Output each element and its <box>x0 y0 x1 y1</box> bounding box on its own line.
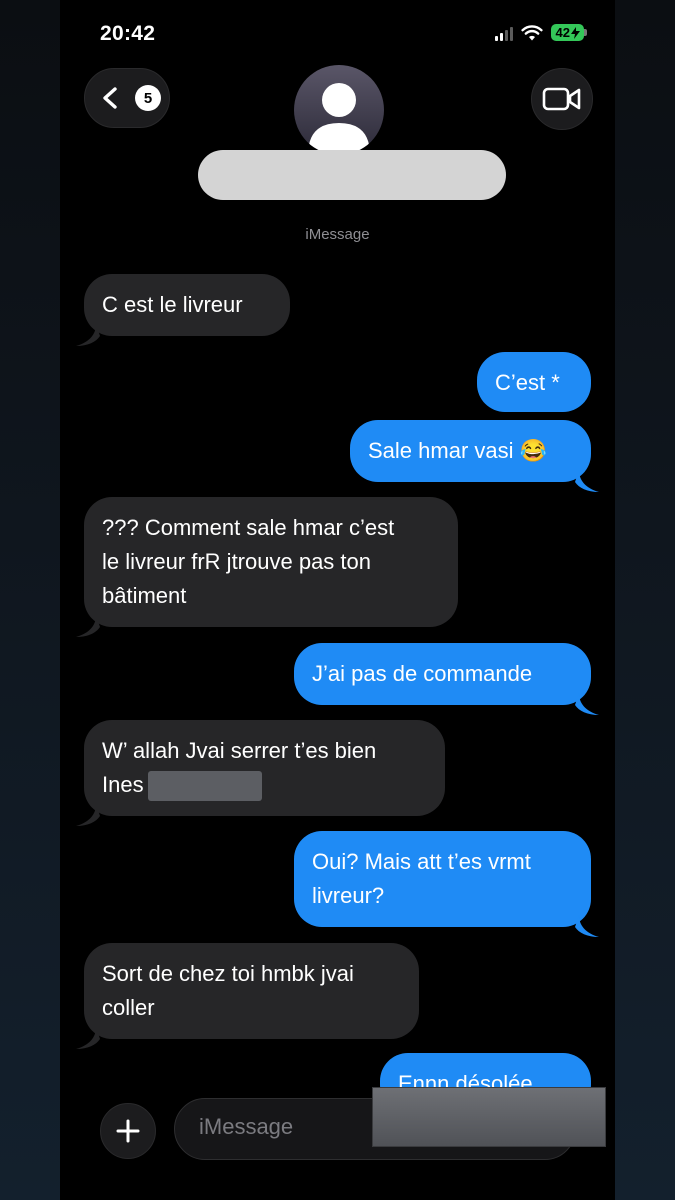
back-button[interactable]: 5 <box>84 68 170 128</box>
message-text: Ines <box>102 772 144 797</box>
chevron-left-icon <box>103 87 117 109</box>
signal-icon <box>494 25 513 41</box>
bubble-tail <box>76 324 100 346</box>
status-icons: 42 <box>494 24 587 41</box>
video-camera-icon <box>542 87 581 111</box>
wifi-icon <box>520 24 543 40</box>
message-text: W’ allah Jvai serrer t’es bien <box>102 738 377 763</box>
service-label: iMessage <box>305 226 370 243</box>
redacted-name <box>147 771 262 802</box>
message-text: ??? Comment sale hmar c’est le livreur f… <box>102 515 395 608</box>
bubble-tail <box>575 693 599 715</box>
message-text: J’ai pas de commande <box>312 661 533 686</box>
bubble-tail <box>76 1027 100 1049</box>
person-icon <box>308 83 370 155</box>
message-bubble-outgoing[interactable]: Sale hmar vasi 😂 <box>350 420 599 492</box>
video-call-button[interactable] <box>531 68 593 130</box>
contact-name-redacted[interactable] <box>198 150 506 200</box>
bubble-tail <box>76 804 100 826</box>
message-bubble-incoming[interactable]: ??? Comment sale hmar c’est le livreur f… <box>76 497 458 637</box>
message-bubble-incoming[interactable]: Sort de chez toi hmbk jvai coller <box>76 943 419 1049</box>
message-text: C est le livreur <box>102 292 243 317</box>
message-text: Oui? Mais att t’es vrmt livreur? <box>312 849 531 908</box>
bubble-tail <box>76 615 100 637</box>
bubble-tail <box>575 915 599 937</box>
unread-count-badge: 5 <box>135 85 161 111</box>
message-bubble-incoming[interactable]: W’ allah Jvai serrer t’es bien Ines <box>76 720 445 826</box>
message-bubble-outgoing[interactable]: J’ai pas de commande <box>294 643 599 715</box>
plus-icon <box>116 1119 140 1143</box>
message-bubble-incoming[interactable]: C est le livreur <box>76 274 290 346</box>
message-text: Sort de chez toi hmbk jvai coller <box>102 961 354 1020</box>
charging-bolt-icon <box>571 26 580 39</box>
message-bubble-outgoing[interactable]: Oui? Mais att t’es vrmt livreur? <box>294 831 599 937</box>
message-text-line2: Ines <box>102 768 427 802</box>
status-time: 20:42 <box>100 22 156 45</box>
battery-level: 42 <box>555 25 570 40</box>
add-attachment-button[interactable] <box>100 1103 156 1159</box>
battery-icon: 42 <box>550 24 584 41</box>
message-bubble-outgoing[interactable]: C’est * <box>477 352 591 412</box>
redaction-box <box>372 1087 606 1147</box>
message-text: Sale hmar vasi 😂 <box>368 438 548 463</box>
messages-screen: 20:42 42 5 iMessage C est le livreur C’e… <box>60 0 615 1200</box>
bubble-tail <box>575 470 599 492</box>
message-text: C’est * <box>495 370 560 395</box>
battery-tip <box>584 29 587 36</box>
contact-avatar[interactable] <box>294 65 384 155</box>
